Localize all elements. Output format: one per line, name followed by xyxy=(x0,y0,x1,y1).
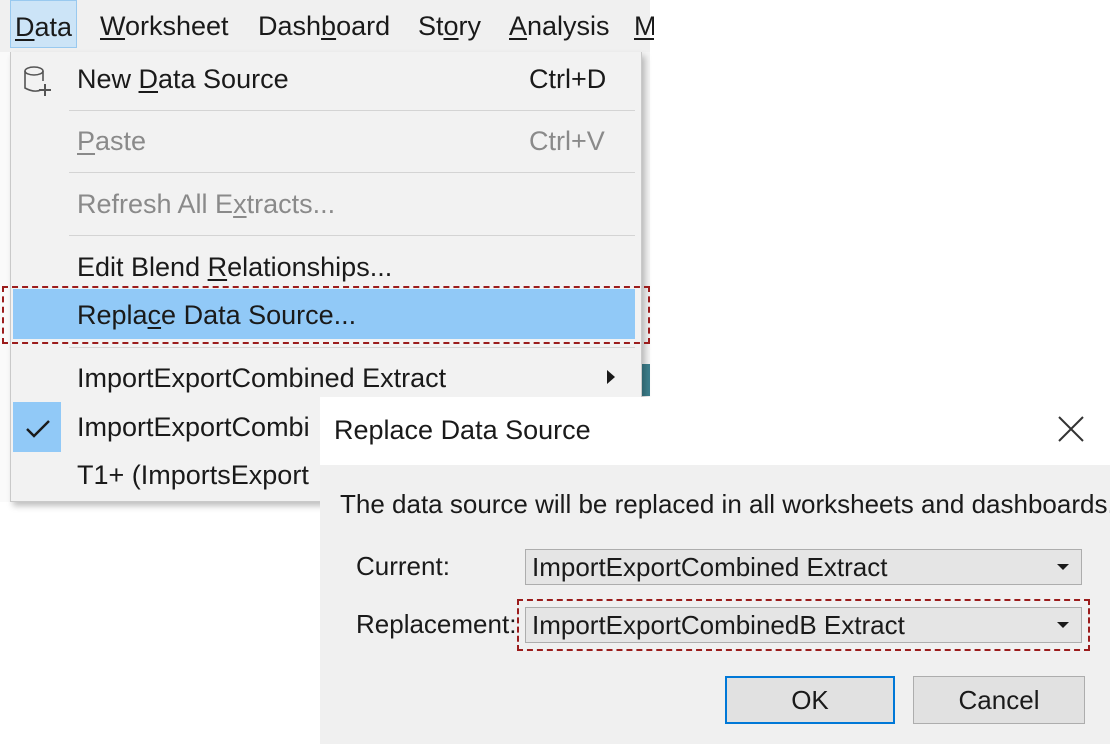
menu-item-paste[interactable]: Paste Ctrl+V xyxy=(11,126,641,166)
menu-worksheet[interactable]: Worksheet xyxy=(96,0,233,48)
menu-separator xyxy=(69,235,635,236)
menu-map[interactable]: M xyxy=(630,0,654,48)
menu-item-label: New Data Source xyxy=(77,64,289,94)
current-datasource-select[interactable]: ImportExportCombined Extract xyxy=(525,549,1082,585)
menu-item-label: ImportExportCombi xyxy=(77,412,310,442)
background-window-edge xyxy=(0,52,10,502)
menu-item-label: Edit Blend Relationships... xyxy=(77,252,393,282)
dialog-title: Replace Data Source xyxy=(334,415,591,445)
menu-analysis[interactable]: Analysis xyxy=(505,0,614,48)
menu-story[interactable]: Story xyxy=(414,0,485,48)
menu-item-label: T1+ (ImportsExport xyxy=(77,460,309,490)
shortcut-text: Ctrl+V xyxy=(529,126,605,156)
cancel-button[interactable]: Cancel xyxy=(913,676,1085,724)
menu-item-new-data-source[interactable]: New Data Source Ctrl+D xyxy=(11,64,641,104)
new-datasource-icon xyxy=(24,66,51,96)
submenu-arrow-icon xyxy=(607,370,615,384)
menu-separator xyxy=(69,347,635,348)
ok-button[interactable]: OK xyxy=(725,676,895,724)
menu-separator xyxy=(69,172,635,173)
menu-item-label: Refresh All Extracts... xyxy=(77,189,336,219)
annotation-highlight-box xyxy=(2,286,650,344)
menu-bar: Data Worksheet Dashboard Story Analysis … xyxy=(0,0,654,53)
background-accent xyxy=(642,364,650,396)
replacement-label: Replacement: xyxy=(356,609,517,639)
menu-item-label: Paste xyxy=(77,126,147,156)
menu-data[interactable]: Data xyxy=(10,0,78,48)
annotation-replacement-box xyxy=(517,599,1090,651)
dialog-titlebar: Replace Data Source xyxy=(320,397,1110,465)
menu-dashboard[interactable]: Dashboard xyxy=(254,0,394,48)
menu-item-label: ImportExportCombined Extract xyxy=(77,363,447,393)
current-value: ImportExportCombined Extract xyxy=(532,552,888,582)
replace-data-source-dialog: Replace Data Source The data source will… xyxy=(320,397,1110,744)
background-window-strip xyxy=(642,52,650,397)
chevron-down-icon xyxy=(1057,564,1069,570)
menu-item-refresh-all-extracts[interactable]: Refresh All Extracts... xyxy=(11,189,641,229)
current-label: Current: xyxy=(356,551,450,581)
checkmark-icon xyxy=(26,420,50,438)
close-icon[interactable] xyxy=(1055,413,1087,445)
dialog-message: The data source will be replaced in all … xyxy=(340,489,1110,519)
menu-separator xyxy=(69,110,635,111)
shortcut-text: Ctrl+D xyxy=(529,64,607,94)
